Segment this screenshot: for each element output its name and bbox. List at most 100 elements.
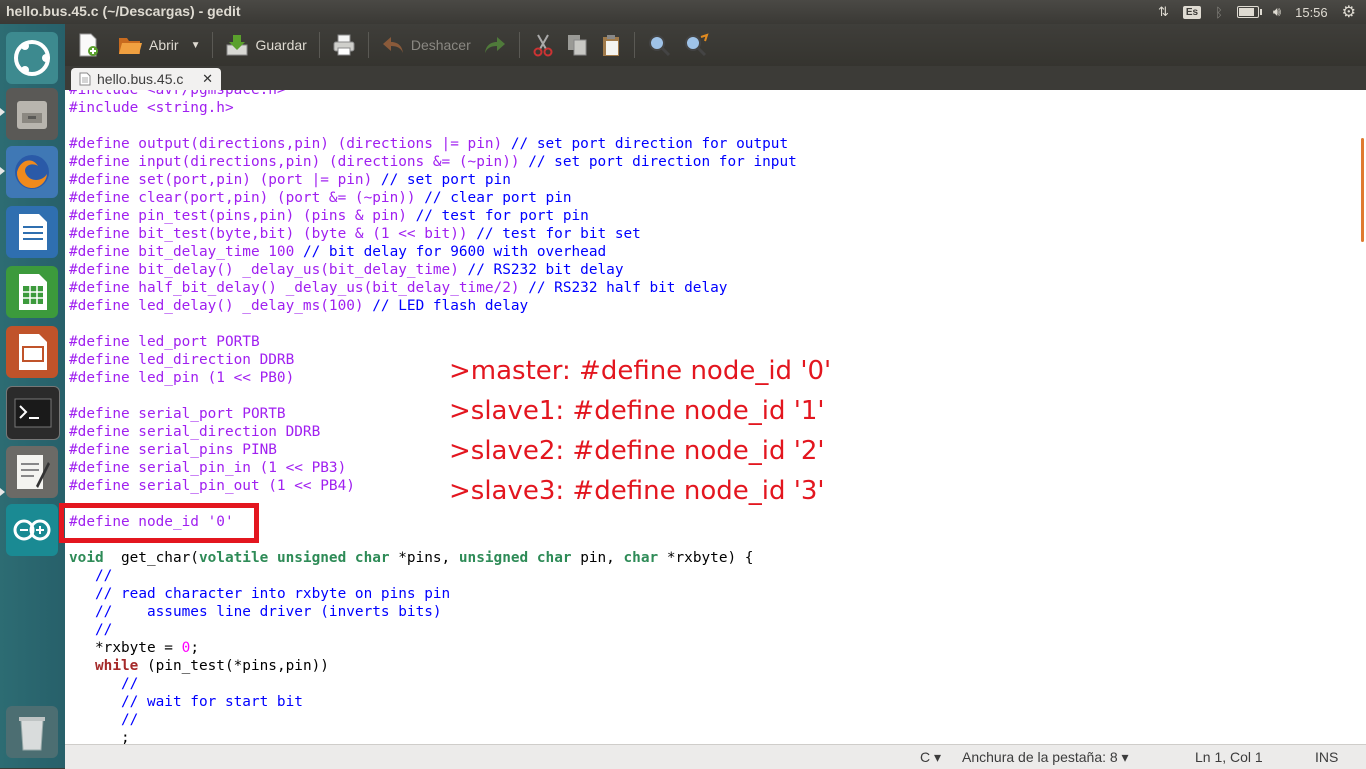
scissors-icon — [533, 34, 553, 57]
open-recent-dropdown[interactable]: ▼ — [185, 28, 207, 62]
tab-label: hello.bus.45.c — [97, 71, 184, 87]
clipboard-icon — [602, 35, 619, 56]
launcher-terminal[interactable] — [6, 386, 60, 440]
code-line[interactable]: #define clear(port,pin) (port &= (~pin))… — [69, 189, 797, 207]
save-download-icon — [226, 35, 248, 56]
toolbar-separator — [212, 32, 214, 58]
code-line[interactable]: *rxbyte = 0; — [69, 639, 797, 657]
redo-button[interactable] — [477, 28, 513, 62]
code-line[interactable]: #define set(port,pin) (port |= pin) // s… — [69, 171, 797, 189]
code-token: // bit delay for 9600 with overhead — [302, 244, 607, 260]
cut-button[interactable] — [526, 28, 560, 62]
launcher-gedit[interactable] — [6, 446, 58, 498]
battery-icon[interactable] — [1236, 6, 1262, 18]
running-indicator — [0, 108, 5, 116]
code-token: // test for bit set — [476, 226, 641, 242]
annotation-line: >slave2: #define node_id '2' — [449, 436, 825, 466]
tab-close-icon[interactable]: ✕ — [202, 71, 213, 87]
volume-icon[interactable]: 🔊︎ — [1273, 4, 1281, 20]
keyboard-layout-indicator[interactable]: Es — [1182, 5, 1202, 19]
search-button[interactable] — [641, 28, 677, 62]
code-token: #define serial_pin_out (1 << PB4) — [69, 478, 355, 494]
toolbar-separator — [318, 32, 320, 58]
code-line[interactable]: ; — [69, 729, 797, 744]
code-line[interactable]: #define bit_delay() _delay_us(bit_delay_… — [69, 261, 797, 279]
code-token: pin, — [571, 550, 624, 566]
code-token: // — [120, 676, 139, 692]
print-button[interactable] — [326, 28, 362, 62]
launcher-files[interactable] — [6, 88, 58, 140]
code-line[interactable]: #define half_bit_delay() _delay_us(bit_d… — [69, 279, 797, 297]
code-line[interactable]: void get_char(volatile unsigned char *pi… — [69, 549, 797, 567]
new-document-button[interactable] — [71, 28, 111, 62]
launcher-writer[interactable] — [6, 206, 58, 258]
copy-button[interactable] — [560, 28, 594, 62]
launcher-dash-button[interactable] — [6, 32, 58, 84]
code-line[interactable]: #define output(directions,pin) (directio… — [69, 135, 797, 153]
toolbar-separator — [367, 32, 369, 58]
tab-width-selector[interactable]: Anchura de la pestaña: 8 ▾ — [962, 749, 1129, 766]
code-line[interactable]: #include <avr/pgmspace.h> — [69, 90, 797, 99]
code-token: #define bit_delay() _delay_us(bit_delay_… — [69, 262, 468, 278]
launcher-calc[interactable] — [6, 266, 58, 318]
code-line[interactable] — [69, 315, 797, 333]
language-selector[interactable]: C ▾ — [920, 749, 941, 766]
open-button[interactable]: Abrir — [111, 28, 185, 62]
file-cabinet-icon — [17, 101, 47, 129]
launcher-firefox[interactable] — [6, 146, 58, 198]
toolbar-separator — [633, 32, 635, 58]
launcher-trash[interactable] — [6, 706, 58, 758]
code-token: // read character into rxbyte on pins pi… — [95, 586, 451, 602]
code-token: #define half_bit_delay() _delay_us(bit_d… — [69, 280, 529, 296]
bluetooth-icon[interactable]: ᛒ — [1215, 5, 1223, 20]
code-line[interactable]: // — [69, 711, 797, 729]
undo-arrow-icon — [382, 37, 403, 53]
gear-icon[interactable]: ⚙ — [1342, 2, 1356, 22]
code-token: #define serial_pins PINB — [69, 442, 277, 458]
code-line[interactable]: #define led_port PORTB — [69, 333, 797, 351]
code-line[interactable]: // — [69, 675, 797, 693]
code-token: #define clear(port,pin) (port &= (~pin)) — [69, 190, 425, 206]
code-token: #define input(directions,pin) (direction… — [69, 154, 529, 170]
launcher-impress[interactable] — [6, 326, 58, 378]
code-token: // RS232 bit delay — [467, 262, 624, 278]
scrollbar[interactable] — [1361, 138, 1364, 242]
undo-button[interactable]: Deshacer — [375, 28, 477, 62]
paste-button[interactable] — [594, 28, 628, 62]
code-line[interactable]: #define bit_test(byte,bit) (byte & (1 <<… — [69, 225, 797, 243]
code-line[interactable]: // — [69, 621, 797, 639]
code-token: volatile unsigned char — [198, 550, 390, 566]
sort-arrows-icon[interactable]: ⇅ — [1158, 4, 1169, 20]
code-token: #include <string.h> — [69, 100, 234, 116]
window-title: hello.bus.45.c (~/Descargas) - gedit — [6, 3, 241, 19]
save-label: Guardar — [255, 37, 307, 53]
code-line[interactable]: // assumes line driver (inverts bits) — [69, 603, 797, 621]
code-token: // set port pin — [380, 172, 511, 188]
code-line[interactable]: #define bit_delay_time 100 // bit delay … — [69, 243, 797, 261]
code-line[interactable] — [69, 117, 797, 135]
document-tab[interactable]: hello.bus.45.c ✕ — [71, 68, 221, 90]
code-line[interactable]: // — [69, 567, 797, 585]
battery-level-fill — [1238, 8, 1254, 16]
indicator-area: ⇅ Es ᛒ 🔊︎ 15:56 ⚙ — [1158, 0, 1366, 24]
code-line[interactable]: #define pin_test(pins,pin) (pins & pin) … — [69, 207, 797, 225]
top-panel: hello.bus.45.c (~/Descargas) - gedit ⇅ E… — [0, 0, 1366, 24]
code-line[interactable]: #define led_delay() _delay_ms(100) // LE… — [69, 297, 797, 315]
code-line[interactable]: #define input(directions,pin) (direction… — [69, 153, 797, 171]
code-token: // clear port pin — [424, 190, 572, 206]
code-line[interactable]: // wait for start bit — [69, 693, 797, 711]
code-token: char — [623, 550, 659, 566]
code-token: unsigned char — [458, 550, 572, 566]
code-line[interactable]: while (pin_test(*pins,pin)) — [69, 657, 797, 675]
code-line[interactable]: // read character into rxbyte on pins pi… — [69, 585, 797, 603]
launcher-arduino[interactable] — [6, 504, 58, 556]
clock[interactable]: 15:56 — [1295, 5, 1328, 20]
save-button[interactable]: Guardar — [219, 28, 312, 62]
code-line[interactable]: #include <string.h> — [69, 99, 797, 117]
search-replace-button[interactable] — [677, 28, 715, 62]
ubuntu-logo-icon — [14, 40, 50, 76]
